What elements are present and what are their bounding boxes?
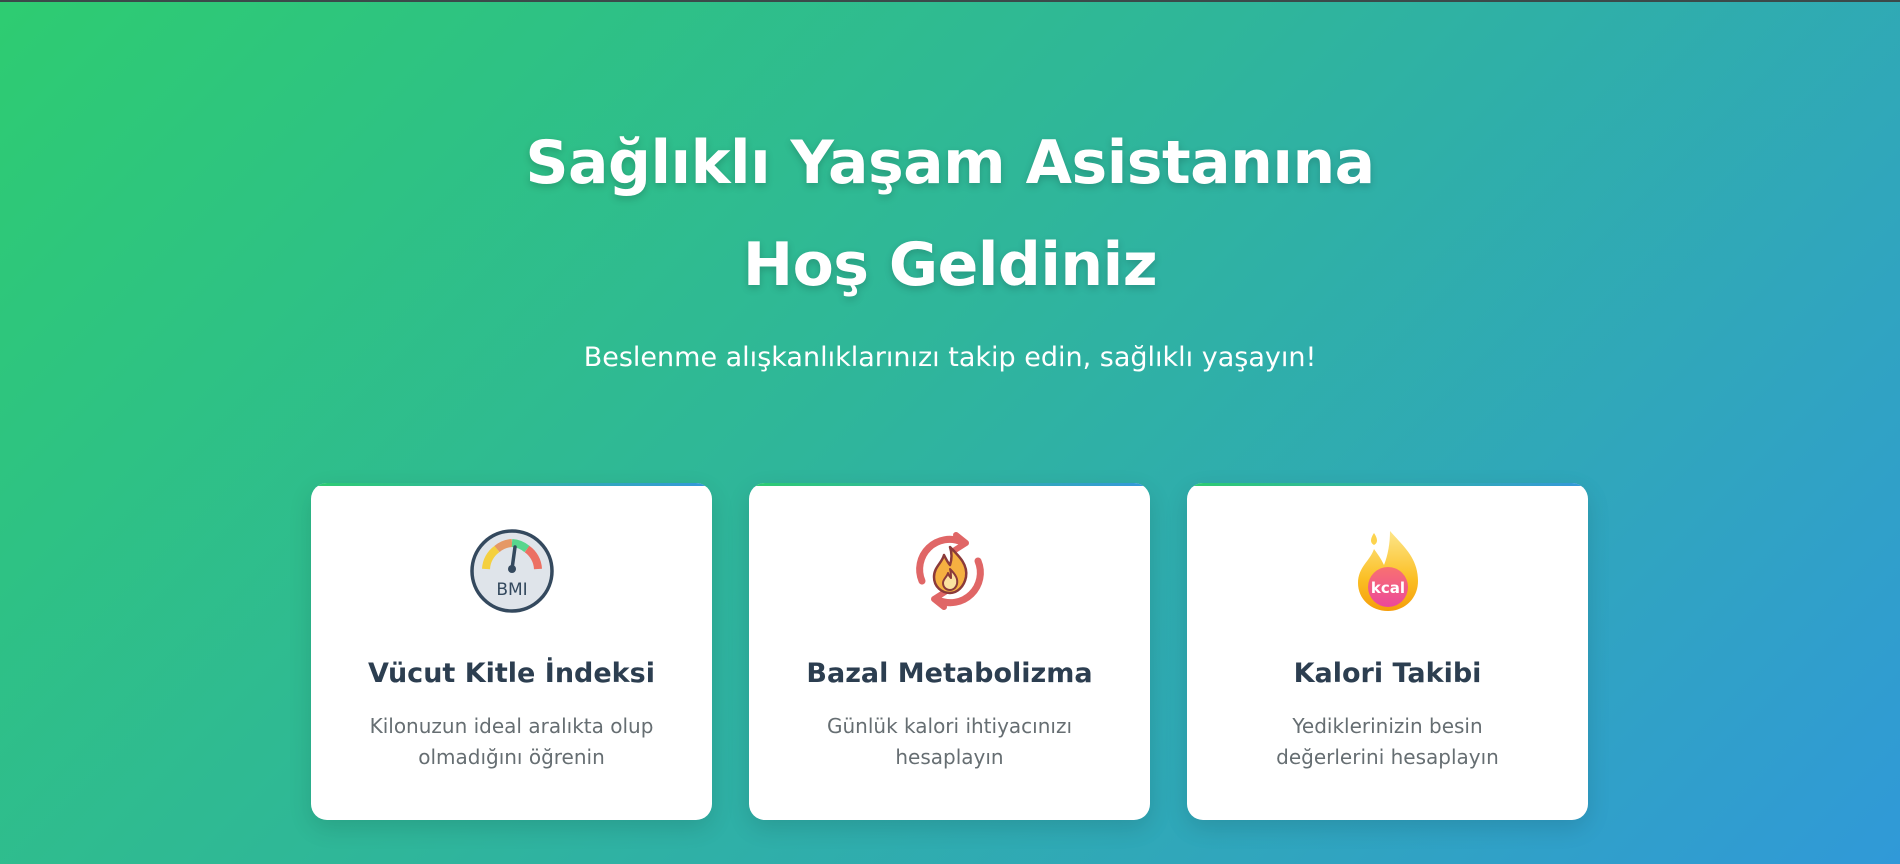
card-description: Yediklerinizin besin değerlerini hesapla… (1276, 714, 1499, 769)
metabolism-fire-icon (915, 532, 984, 610)
hero-section: Sağlıklı Yaşam Asistanına Hoş Geldiniz B… (0, 112, 1900, 376)
calorie-card[interactable]: kcal Kalori Takibi Yediklerinizin besin … (1187, 483, 1588, 820)
kcal-icon-text: kcal (1370, 579, 1404, 597)
card-title: Vücut Kitle İndeksi (368, 658, 655, 689)
feature-cards: BMI Vücut Kitle İndeksi Kilonuzun ideal … (311, 483, 1588, 820)
page-subtitle: Beslenme alışkanlıklarınızı takip edin, … (583, 342, 1317, 373)
bmr-card[interactable]: Bazal Metabolizma Günlük kalori ihtiyacı… (749, 483, 1150, 820)
bmi-gauge-icon: BMI (469, 529, 554, 613)
bmi-icon-text: BMI (496, 580, 527, 600)
card-title: Kalori Takibi (1293, 658, 1482, 689)
top-border (0, 0, 1900, 2)
card-description: Kilonuzun ideal aralıkta olup olmadığını… (369, 714, 654, 769)
bmi-card[interactable]: BMI Vücut Kitle İndeksi Kilonuzun ideal … (311, 483, 712, 820)
kcal-flame-icon: kcal (1357, 531, 1418, 611)
card-title: Bazal Metabolizma (806, 658, 1093, 689)
card-description: Günlük kalori ihtiyacınızı hesaplayın (827, 714, 1072, 769)
page-title: Sağlıklı Yaşam Asistanına Hoş Geldiniz (525, 128, 1375, 300)
